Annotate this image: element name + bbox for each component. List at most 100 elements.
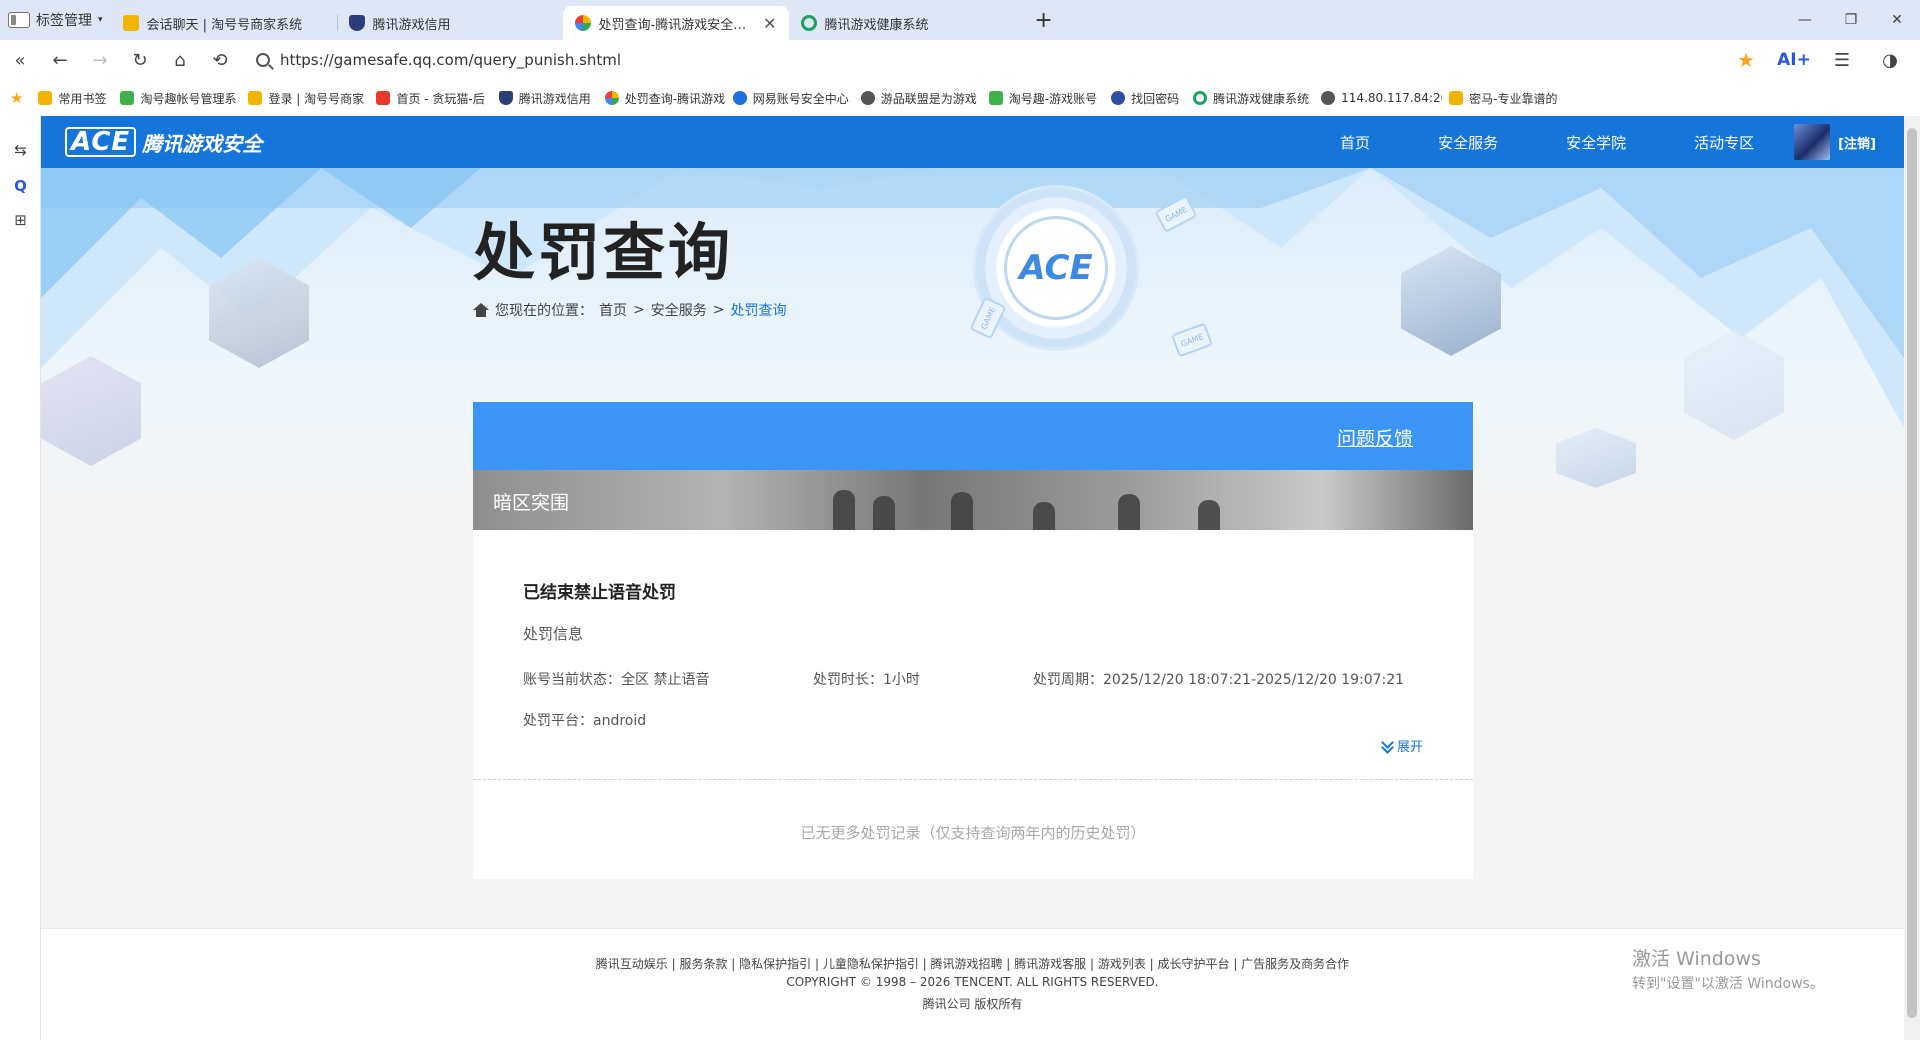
tab-label: 腾讯游戏信用 — [372, 17, 451, 33]
forward-icon[interactable]: → — [80, 40, 120, 80]
no-more-records: 已无更多处罚记录（仅支持查询两年内的历史处罚） — [800, 824, 1146, 842]
ip-link-icon — [1321, 91, 1336, 105]
breadcrumb-home[interactable]: 首页 — [599, 300, 627, 320]
extension-icon[interactable]: ◑ — [1868, 40, 1912, 80]
expand-label: 展开 — [1396, 740, 1423, 755]
soldier-silhouette — [1118, 494, 1140, 530]
bookmark-item[interactable]: 常用书签 — [31, 90, 113, 107]
swap-icon[interactable]: ⇆ — [12, 142, 29, 159]
bookmark-item[interactable]: 登录 | 淘号号商家 — [241, 90, 369, 107]
breadcrumb-section[interactable]: 安全服务 — [651, 300, 707, 320]
nav-security-services[interactable]: 安全服务 — [1438, 132, 1498, 153]
footer-copyright: COPYRIGHT © 1998 – 2026 TENCENT. ALL RIG… — [786, 975, 1159, 989]
smile-icon — [988, 91, 1003, 105]
window-controls: — ❐ ✕ — [1782, 0, 1920, 40]
bookmarks-bar: ★ 常用书签 淘号趣帐号管理系 登录 | 淘号号商家 首页 - 贪玩猫-后 腾讯… — [0, 80, 1920, 116]
reload-icon[interactable]: ↻ — [120, 40, 160, 80]
bookmark-item[interactable]: 找回密码 — [1104, 90, 1186, 107]
minimize-icon[interactable]: — — [1782, 0, 1828, 40]
restore-icon[interactable]: ❐ — [1828, 0, 1874, 40]
breadcrumb-prefix: 您现在的位置： — [495, 303, 593, 319]
browser-tab[interactable]: 腾讯游戏健康系统 — [789, 6, 1015, 40]
tab-manager-button[interactable]: 标签管理 ▾ — [0, 0, 111, 40]
bookmark-label: 常用书签 — [58, 91, 107, 106]
bookmark-label: 114.80.117.84:20 — [1341, 91, 1443, 105]
browser-tab[interactable]: 腾讯游戏信用 — [336, 6, 563, 40]
tab-label: 腾讯游戏健康系统 — [824, 17, 929, 33]
record-status: 账号当前状态：全区 禁止语音 — [523, 672, 710, 688]
yellow-app-icon — [248, 91, 263, 105]
site-header: ACE 腾讯游戏安全 首页 安全服务 安全学院 活动专区 [注销] — [41, 116, 1904, 168]
footer-links[interactable]: 腾讯互动娱乐 | 服务条款 | 隐私保护指引 | 儿童隐私保护指引 | 腾讯游戏… — [41, 955, 1904, 972]
bookmark-item[interactable]: 网易账号安全中心 — [726, 90, 854, 107]
nav-home[interactable]: 首页 — [1340, 132, 1370, 153]
bookmark-item[interactable]: 淘号趣帐号管理系 — [113, 90, 241, 107]
site-nav: 首页 安全服务 安全学院 活动专区 [注销] — [1340, 116, 1876, 168]
bookmark-folder-icon — [38, 91, 53, 105]
address-toolbar: « ← → ↻ ⌂ ⟲ https://gamesafe.qq.com/quer… — [0, 40, 1920, 80]
browser-tab-active[interactable]: 处罚查询-腾讯游戏安全中心官 ✕ — [562, 6, 789, 40]
bookmark-item[interactable]: 游品联盟是为游戏 — [854, 90, 982, 107]
bookmark-label: 腾讯游戏信用 — [518, 91, 591, 106]
red-app-icon — [376, 91, 391, 105]
add-panel-icon[interactable]: ⊞ — [12, 212, 29, 229]
bookmarks-star-icon[interactable]: ★ — [10, 89, 23, 107]
ai-assistant-button[interactable]: AI+ — [1772, 40, 1816, 80]
nav-security-academy[interactable]: 安全学院 — [1566, 132, 1626, 153]
expand-button[interactable]: 展开 — [1381, 736, 1423, 755]
breadcrumb: 您现在的位置： 首页 > 安全服务 > 处罚查询 — [473, 300, 786, 320]
page-title: 处罚查询 — [473, 216, 734, 289]
bookmark-item[interactable]: 首页 - 贪玩猫-后 — [369, 90, 491, 107]
scrollbar-thumb[interactable] — [1907, 128, 1917, 1018]
menu-icon[interactable]: ☰ — [1820, 40, 1864, 80]
password-shield-icon — [1111, 91, 1126, 105]
browser-side-panel: ⇆ Q ⊞ — [0, 116, 41, 1040]
record-title: 已结束禁止语音处罚 — [523, 583, 676, 603]
game-banner: 暗区突围 — [473, 470, 1473, 530]
record-platform: 处罚平台：android — [523, 713, 647, 729]
bookmark-item[interactable]: 处罚查询-腾讯游戏 — [598, 90, 726, 107]
record-subtitle: 处罚信息 — [523, 625, 584, 643]
tab-manager-icon — [8, 12, 30, 28]
shield-icon — [498, 91, 513, 105]
home-icon[interactable]: ⌂ — [160, 40, 200, 80]
yellow-app-icon — [122, 15, 139, 31]
close-icon[interactable]: ✕ — [763, 14, 776, 33]
tab-label: 会话聊天 | 淘号号商家系统 — [146, 17, 303, 33]
ace-logo-mark: ACE — [65, 127, 137, 157]
breadcrumb-separator: > — [633, 302, 645, 318]
chevron-down-icon: ▾ — [98, 15, 103, 25]
ace-emblem: ACE — [973, 185, 1139, 351]
bookmark-item[interactable]: 淘号趣-游戏账号 — [982, 90, 1104, 107]
green-ring-icon — [1193, 91, 1208, 105]
feedback-link[interactable]: 问题反馈 — [1337, 424, 1413, 451]
bookmark-item[interactable]: 密马-专业靠谱的 — [1442, 90, 1564, 107]
logout-link[interactable]: [注销] — [1838, 133, 1876, 152]
back-icon[interactable]: ← — [40, 40, 80, 80]
bookmark-item[interactable]: 114.80.117.84:20 — [1314, 91, 1442, 105]
browser-tab[interactable]: 会话聊天 | 淘号号商家系统 — [111, 6, 337, 40]
close-window-icon[interactable]: ✕ — [1874, 0, 1920, 40]
soldier-silhouette — [951, 492, 973, 530]
bookmark-label: 首页 - 贪玩猫-后 — [396, 91, 485, 106]
shield-icon — [348, 15, 365, 31]
bookmark-star-icon[interactable]: ★ — [1724, 40, 1768, 80]
avatar[interactable] — [1794, 124, 1831, 160]
divider — [473, 779, 1473, 780]
site-footer: 腾讯互动娱乐 | 服务条款 | 隐私保护指引 | 儿童隐私保护指引 | 腾讯游戏… — [41, 928, 1904, 1040]
search-q-icon[interactable]: Q — [12, 178, 29, 195]
ace-icon — [574, 15, 591, 31]
nav-events[interactable]: 活动专区 — [1694, 132, 1754, 153]
new-tab-button[interactable]: + — [1027, 3, 1061, 37]
bookmark-item[interactable]: 腾讯游戏信用 — [492, 90, 598, 107]
windows-activation-watermark: 激活 Windows 转到"设置"以激活 Windows。 — [1632, 944, 1824, 993]
site-logo[interactable]: ACE 腾讯游戏安全 — [65, 127, 262, 157]
tab-label: 处罚查询-腾讯游戏安全中心官 — [598, 17, 756, 33]
breadcrumb-separator: > — [712, 302, 725, 318]
history-icon[interactable]: ⟲ — [200, 40, 240, 80]
collapse-sidebar-icon[interactable]: « — [0, 40, 40, 80]
card-header: 问题反馈 — [473, 402, 1473, 470]
url-field[interactable]: https://gamesafe.qq.com/query_punish.sht… — [246, 44, 1724, 76]
page-scrollbar[interactable] — [1904, 116, 1920, 1040]
bookmark-item[interactable]: 腾讯游戏健康系统 — [1186, 90, 1314, 107]
